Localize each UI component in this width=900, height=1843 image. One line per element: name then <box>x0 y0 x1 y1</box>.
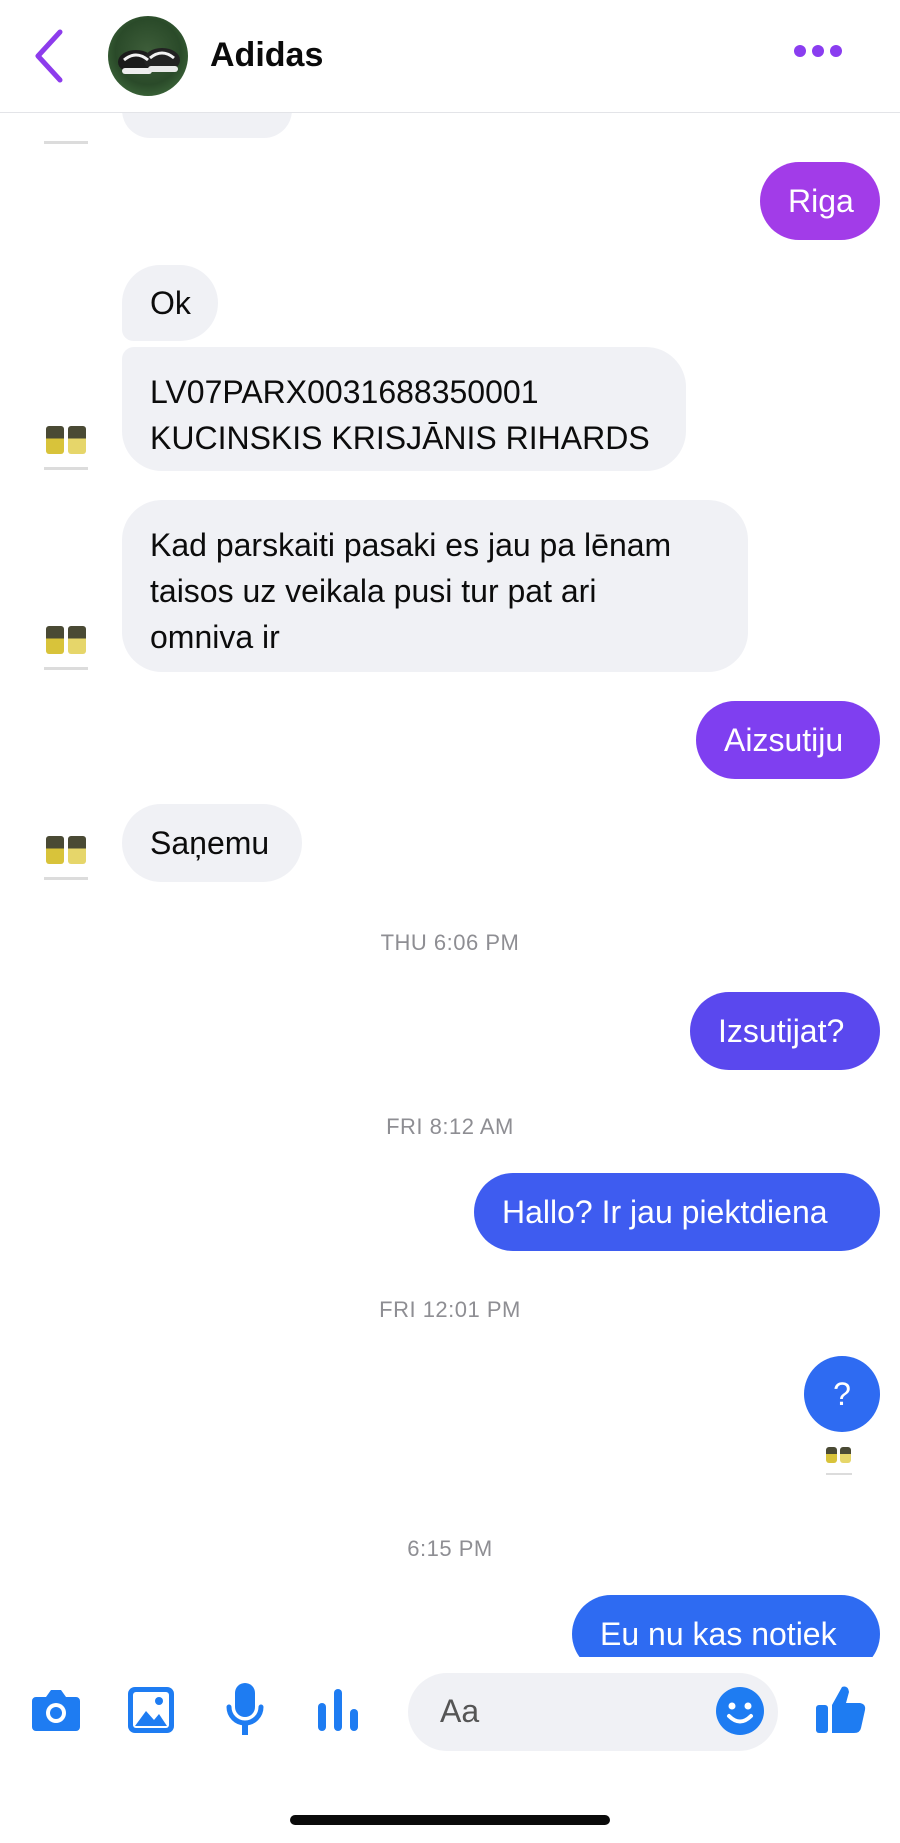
back-button[interactable] <box>26 24 72 88</box>
microphone-icon <box>226 1683 264 1735</box>
bar-chart-icon <box>318 1689 358 1731</box>
read-receipt-avatar <box>826 1445 852 1475</box>
smiley-icon <box>716 1687 764 1735</box>
sent-message[interactable]: Riga <box>760 162 880 240</box>
sent-message[interactable]: ? <box>804 1356 880 1432</box>
timestamp: 6:15 PM <box>407 1536 493 1561</box>
received-message[interactable]: Saņemu <box>122 804 302 882</box>
audio-level-button[interactable] <box>316 1687 360 1738</box>
message-line: KUCINSKIS KRISJĀNIS RIHARDS <box>150 420 650 456</box>
timestamp: THU 6:06 PM <box>380 930 520 955</box>
camera-icon <box>32 1690 80 1731</box>
contact-name[interactable]: Adidas <box>210 36 323 75</box>
message-line: Kad parskaiti pasaki es jau pa lēnam <box>150 527 672 563</box>
more-dot <box>812 45 824 57</box>
thumbs-up-icon <box>816 1686 866 1733</box>
sent-message[interactable]: Izsutijat? <box>690 992 880 1070</box>
sent-message[interactable]: Aizsutiju <box>696 701 880 779</box>
sender-avatar-mini <box>44 622 88 670</box>
more-options-button[interactable] <box>794 44 850 66</box>
message-composer: Aa <box>0 1657 900 1767</box>
image-icon <box>128 1687 174 1733</box>
message-input[interactable]: Aa <box>408 1673 778 1751</box>
received-message[interactable]: Kad parskaiti pasaki es jau pa lēnam tai… <box>122 500 748 672</box>
home-indicator[interactable] <box>290 1815 610 1825</box>
sent-message[interactable]: Hallo? Ir jau piektdiena <box>474 1173 880 1251</box>
sender-avatar-mini <box>44 832 88 880</box>
contact-avatar[interactable] <box>108 16 188 96</box>
gallery-button[interactable] <box>126 1685 176 1740</box>
message-input-placeholder: Aa <box>440 1693 480 1729</box>
like-button[interactable] <box>814 1681 870 1742</box>
chevron-left-icon <box>35 29 63 83</box>
timestamp: FRI 12:01 PM <box>379 1297 521 1322</box>
voice-button[interactable] <box>224 1681 266 1744</box>
received-message[interactable]: Ok <box>122 265 218 341</box>
emoji-button[interactable] <box>714 1685 766 1742</box>
message-line: taisos uz veikala pusi tur pat ari <box>150 573 597 609</box>
received-message[interactable]: LV07PARX0031688350001 KUCINSKIS KRISJĀNI… <box>122 347 686 471</box>
message-list[interactable]: Riga Ok LV07PARX0031688350001 KUCINSKIS … <box>0 112 900 1657</box>
message-bubble-partial[interactable] <box>122 112 292 138</box>
sender-avatar-mini <box>44 422 88 470</box>
camera-button[interactable] <box>30 1687 82 1738</box>
timestamp: FRI 8:12 AM <box>386 1114 514 1139</box>
more-dot <box>794 45 806 57</box>
message-line: LV07PARX0031688350001 <box>150 374 539 410</box>
more-dot <box>830 45 842 57</box>
message-line: omniva ir <box>150 619 280 655</box>
sent-message[interactable]: Eu nu kas notiek <box>572 1595 880 1657</box>
conversation-header: Adidas <box>0 0 900 113</box>
sender-avatar-mini <box>44 112 88 144</box>
